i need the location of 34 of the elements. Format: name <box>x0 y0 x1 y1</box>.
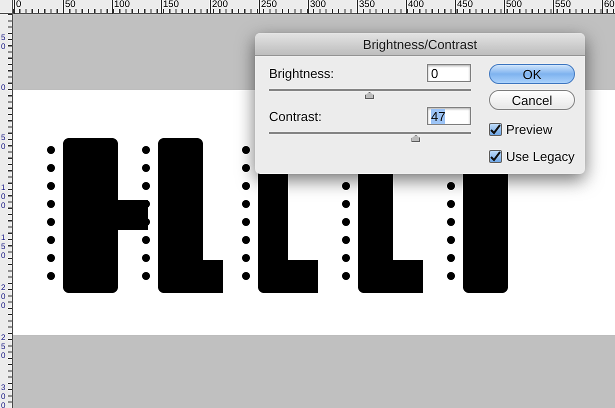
ok-button[interactable]: OK <box>489 64 575 84</box>
ruler-label: 60 <box>602 0 615 14</box>
ruler-label: 250 <box>0 334 6 362</box>
slider-thumb[interactable] <box>365 92 374 99</box>
slider-thumb[interactable] <box>411 135 420 142</box>
ruler-label: 200 <box>0 284 6 312</box>
ruler-label: 50 <box>0 134 6 153</box>
slider-label: Brightness: <box>269 66 334 80</box>
dialog-title: Brightness/Contrast <box>362 36 478 52</box>
ruler-label: 450 <box>455 0 504 14</box>
ruler-label: 0 <box>14 0 63 14</box>
ruler-label: 50 <box>63 0 112 14</box>
ruler-label: 250 <box>259 0 308 14</box>
ruler-label: 400 <box>406 0 455 14</box>
ruler-label: 100 <box>112 0 161 14</box>
checkbox-label: Use Legacy <box>506 149 575 164</box>
ruler-label: 50 <box>0 34 6 53</box>
checkbox[interactable] <box>489 150 502 163</box>
ruler-label: 0 <box>0 84 6 94</box>
ruler-label: 350 <box>357 0 406 14</box>
ruler-label: 300 <box>308 0 357 14</box>
ruler-label: 500 <box>504 0 553 14</box>
ruler-label: 150 <box>0 234 6 262</box>
ruler-label: 200 <box>210 0 259 14</box>
value-field[interactable]: 47 <box>427 107 471 125</box>
ruler-label: 550 <box>553 0 602 14</box>
checkbox[interactable] <box>489 123 502 136</box>
slider-label: Contrast: <box>269 108 322 124</box>
value-field[interactable]: 0 <box>427 64 471 82</box>
checkbox-label: Preview <box>506 122 552 137</box>
ruler-label: 300 <box>0 384 6 408</box>
ruler-label: 150 <box>161 0 210 14</box>
cancel-button[interactable]: Cancel <box>489 90 575 110</box>
ruler-label: 100 <box>0 184 6 212</box>
